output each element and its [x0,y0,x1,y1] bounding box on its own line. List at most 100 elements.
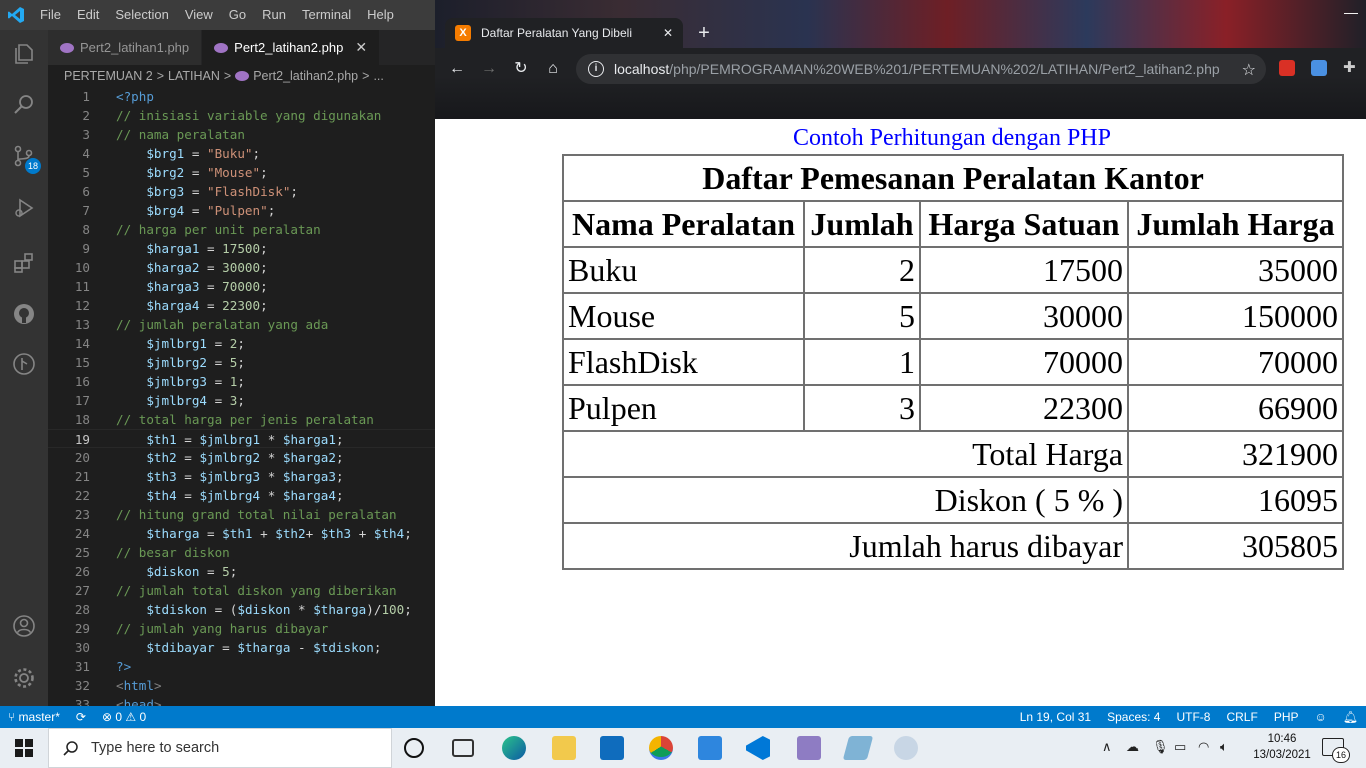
settings-gear-icon[interactable] [12,666,36,690]
menu-edit[interactable]: Edit [69,0,107,30]
file-explorer-icon[interactable] [552,736,576,760]
windows-start-icon[interactable] [0,728,48,768]
extensions-puzzle-icon[interactable]: ✚ [1343,60,1359,76]
code-line[interactable]: 1 <?php [48,87,435,106]
menu-file[interactable]: File [32,0,69,30]
code-line[interactable]: 19 $th1 = $jmlbrg1 * $harga1; [48,429,435,448]
breadcrumb-folder[interactable]: LATIHAN [168,69,220,83]
onedrive-icon[interactable]: ☁ [1126,739,1139,755]
site-info-icon[interactable]: i [588,61,604,77]
menu-go[interactable]: Go [221,0,254,30]
code-line[interactable]: 27 // jumlah total diskon yang diberikan [48,581,435,600]
microphone-icon[interactable]: 🎙︎ [1152,739,1169,755]
explorer-icon[interactable] [12,42,36,66]
battery-icon[interactable]: ▭ [1174,739,1186,755]
close-tab-icon[interactable]: ✕ [663,26,673,40]
problems-indicator[interactable]: ⊗ 0 ⚠ 0 [94,710,154,724]
code-line[interactable]: 15 $jmlbrg2 = 5; [48,353,435,372]
tab-pert2-latihan1[interactable]: Pert2_latihan1.php [48,30,203,65]
extension-red-icon[interactable] [1279,60,1295,76]
code-line[interactable]: 2 // inisiasi variable yang digunakan [48,106,435,125]
paint-app-icon[interactable] [894,736,918,760]
tab-pert2-latihan2[interactable]: Pert2_latihan2.php ✕ [202,30,381,65]
browser-tab[interactable]: X Daftar Peralatan Yang Dibeli ✕ [445,18,683,48]
app-icon[interactable] [842,736,874,760]
code-line[interactable]: 23 // hitung grand total nilai peralatan [48,505,435,524]
close-tab-icon[interactable]: ✕ [355,39,367,56]
wifi-icon[interactable]: ◠ [1198,739,1209,755]
bookmark-star-icon[interactable]: ☆ [1242,60,1256,80]
menu-view[interactable]: View [177,0,221,30]
code-line[interactable]: 4 $brg1 = "Buku"; [48,144,435,163]
code-line[interactable]: 32 <html> [48,676,435,695]
back-arrow-icon[interactable]: ← [446,58,468,80]
forward-arrow-icon[interactable]: → [478,58,500,80]
encoding[interactable]: UTF-8 [1168,710,1218,724]
minimize-window-button[interactable]: — [1336,4,1366,24]
account-icon[interactable] [12,614,36,638]
code-line[interactable]: 30 $tdibayar = $tharga - $tdiskon; [48,638,435,657]
breadcrumb-folder[interactable]: PERTEMUAN 2 [64,69,153,83]
feedback-icon[interactable]: ☺ [1307,710,1335,724]
taskbar-search-box[interactable]: Type here to search [48,728,392,768]
code-line[interactable]: 22 $th4 = $jmlbrg4 * $harga4; [48,486,435,505]
cortana-icon[interactable] [404,738,424,758]
code-line[interactable]: 14 $jmlbrg1 = 2; [48,334,435,353]
code-line[interactable]: 25 // besar diskon [48,543,435,562]
code-line[interactable]: 8 // harga per unit peralatan [48,220,435,239]
code-line[interactable]: 20 $th2 = $jmlbrg2 * $harga2; [48,448,435,467]
taskbar-clock[interactable]: 10:46 13/03/2021 [1252,731,1312,763]
code-line[interactable]: 11 $harga3 = 70000; [48,277,435,296]
menu-help[interactable]: Help [359,0,402,30]
code-line[interactable]: 17 $jmlbrg4 = 3; [48,391,435,410]
menu-terminal[interactable]: Terminal [294,0,359,30]
game-app-icon[interactable] [797,736,821,760]
code-line[interactable]: 16 $jmlbrg3 = 1; [48,372,435,391]
indentation[interactable]: Spaces: 4 [1099,710,1168,724]
code-line[interactable]: 28 $tdiskon = ($diskon * $tharga)/100; [48,600,435,619]
menu-run[interactable]: Run [254,0,294,30]
search-icon[interactable] [12,93,36,117]
code-line[interactable]: 13 // jumlah peralatan yang ada [48,315,435,334]
end-of-line[interactable]: CRLF [1218,710,1265,724]
code-line[interactable]: 29 // jumlah yang harus dibayar [48,619,435,638]
home-icon[interactable]: ⌂ [542,58,564,80]
code-line[interactable]: 6 $brg3 = "FlashDisk"; [48,182,435,201]
extensions-icon[interactable] [12,251,36,275]
task-view-icon[interactable] [452,739,474,757]
timeline-icon[interactable] [12,352,36,376]
code-line[interactable]: 21 $th3 = $jmlbrg3 * $harga3; [48,467,435,486]
notification-bell-icon[interactable]: 🔔︎ [1335,710,1366,724]
language-mode[interactable]: PHP [1266,710,1307,724]
tray-chevron-icon[interactable]: ∧ [1102,739,1112,755]
code-line[interactable]: 12 $harga4 = 22300; [48,296,435,315]
code-line[interactable]: 26 $diskon = 5; [48,562,435,581]
control-panel-icon[interactable] [698,736,722,760]
cursor-position[interactable]: Ln 19, Col 31 [1012,710,1099,724]
code-line[interactable]: 9 $harga1 = 17500; [48,239,435,258]
address-bar[interactable]: i localhost/php/PEMROGRAMAN%20WEB%201/PE… [576,54,1266,84]
code-line[interactable]: 5 $brg2 = "Mouse"; [48,163,435,182]
code-line[interactable]: 24 $tharga = $th1 + $th2+ $th3 + $th4; [48,524,435,543]
volume-icon[interactable]: 🔈︎ [1220,739,1228,755]
breadcrumb-file[interactable]: Pert2_latihan2.php [253,69,358,83]
reload-icon[interactable]: ↻ [510,58,532,80]
vscode-taskbar-icon[interactable] [746,736,770,760]
code-line[interactable]: 31 ?> [48,657,435,676]
breadcrumb-symbol[interactable]: ... [373,69,383,83]
code-line[interactable]: 7 $brg4 = "Pulpen"; [48,201,435,220]
mail-icon[interactable] [600,736,624,760]
sync-icon[interactable]: ⟳ [68,710,94,724]
code-line[interactable]: 3 // nama peralatan [48,125,435,144]
new-tab-button[interactable]: + [692,22,716,46]
edge-browser-icon[interactable] [502,736,526,760]
source-control-icon[interactable]: 18 [12,144,41,174]
code-line[interactable]: 33 <head> [48,695,435,706]
chrome-icon[interactable] [649,736,673,760]
extension-blue-icon[interactable] [1311,60,1327,76]
code-editor[interactable]: 1 <?php 2 // inisiasi variable yang digunak… [48,87,435,706]
run-debug-icon[interactable] [12,196,36,220]
git-branch[interactable]: ⑂ master* [0,710,68,724]
code-line[interactable]: 10 $harga2 = 30000; [48,258,435,277]
menu-selection[interactable]: Selection [107,0,176,30]
